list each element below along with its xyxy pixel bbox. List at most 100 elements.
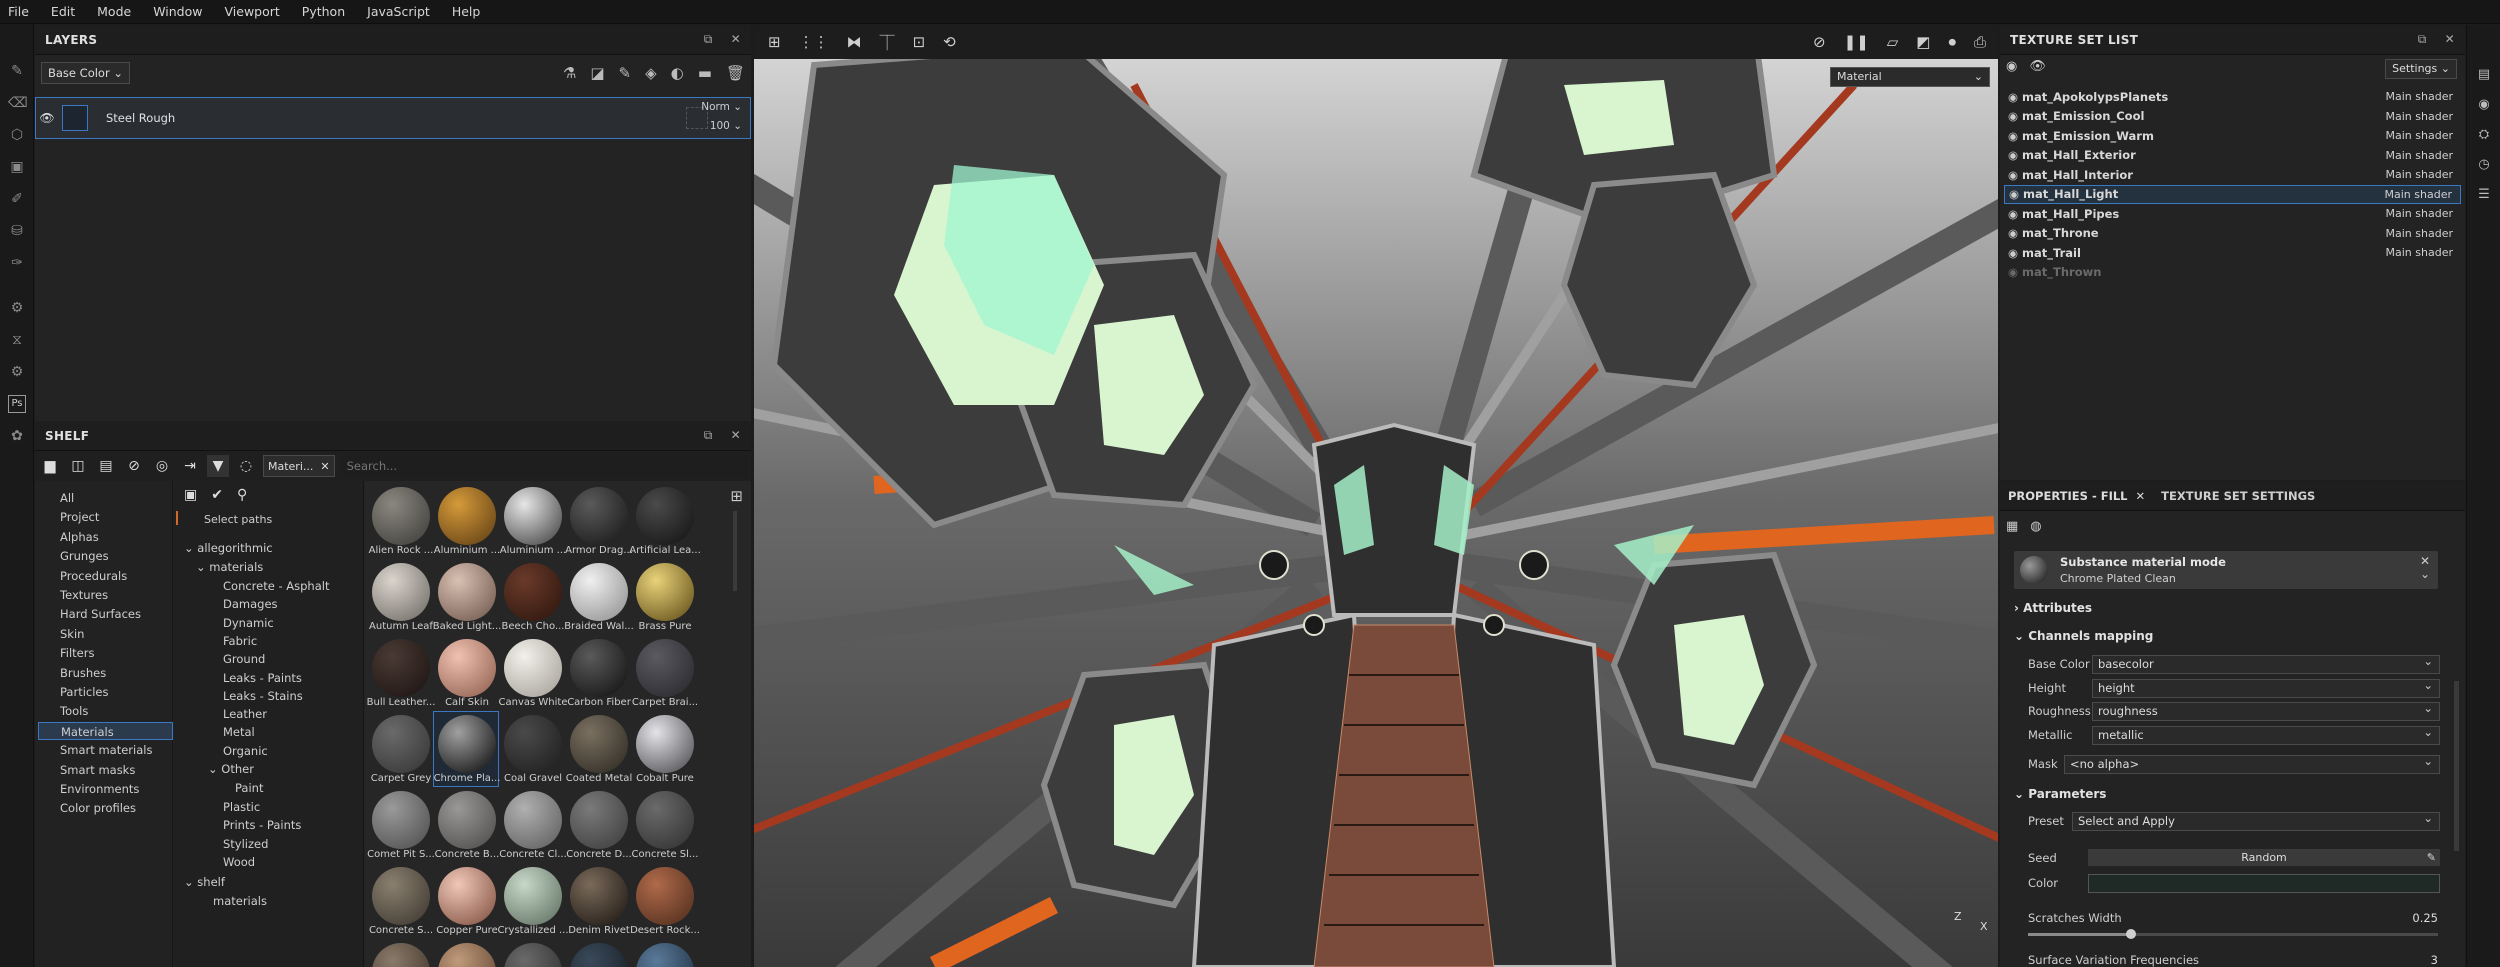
- slider-handle[interactable]: [2125, 929, 2136, 939]
- section-parameters[interactable]: ⌄ Parameters: [2014, 787, 2106, 801]
- bake-icon[interactable]: ⚙: [8, 299, 26, 317]
- lock-icon[interactable]: ⧖: [8, 331, 26, 349]
- material-thumbnail[interactable]: [372, 943, 430, 967]
- delete-layer-icon[interactable]: 🗑: [726, 64, 745, 82]
- section-attributes[interactable]: › Attributes: [2014, 601, 2092, 615]
- add-mask-icon[interactable]: ◪: [590, 64, 604, 82]
- tree-item[interactable]: Stylized: [223, 837, 268, 851]
- tree-item[interactable]: Damages: [223, 597, 278, 611]
- display-dock-icon[interactable]: ⛭: [2476, 127, 2492, 143]
- float-icon[interactable]: ⧉: [2418, 32, 2427, 47]
- material-thumbnail[interactable]: [636, 639, 694, 697]
- search-input[interactable]: [340, 455, 747, 477]
- material-thumbnail[interactable]: [636, 487, 694, 545]
- plugin-icon[interactable]: ✿: [8, 427, 26, 445]
- layer-opacity[interactable]: 100 ⌄: [710, 120, 742, 132]
- filter-chip[interactable]: Materi... ✕: [263, 455, 335, 477]
- texture-set-row[interactable]: ◉ mat_Trail Main shader: [2004, 243, 2461, 262]
- material-thumbnail[interactable]: [570, 563, 628, 621]
- visibility-eye-icon[interactable]: ◉: [2004, 226, 2022, 240]
- add-paint-layer-icon[interactable]: ✎: [619, 64, 632, 82]
- material-thumbnail[interactable]: [372, 791, 430, 849]
- grid-icon[interactable]: ⊞: [768, 33, 781, 51]
- category-alphas[interactable]: Alphas: [38, 528, 173, 546]
- category-smart-materials[interactable]: Smart materials: [38, 741, 173, 759]
- paint-brush-icon[interactable]: ✎: [8, 62, 26, 80]
- visibility-eye-icon[interactable]: ◉: [2004, 207, 2022, 221]
- reset-icon[interactable]: ◌: [235, 455, 257, 477]
- add-folder-icon[interactable]: ▬: [698, 64, 712, 82]
- tree-item[interactable]: Fabric: [223, 634, 257, 648]
- visibility-eye-icon[interactable]: ◉: [2004, 90, 2022, 104]
- material-thumbnail[interactable]: [504, 867, 562, 925]
- eye-icon[interactable]: 👁: [2029, 59, 2046, 74]
- channel-dropdown[interactable]: roughness: [2092, 700, 2440, 721]
- layers-dock-icon[interactable]: ▤: [2476, 67, 2492, 83]
- material-thumbnail[interactable]: [570, 943, 628, 967]
- visibility-toggle-icon[interactable]: ◉: [2006, 59, 2017, 74]
- menu-window[interactable]: Window: [153, 4, 202, 19]
- view-2d-icon[interactable]: ▱: [1887, 33, 1899, 51]
- visibility-off-icon[interactable]: ◎: [151, 455, 173, 477]
- close-icon[interactable]: ✕: [2420, 554, 2430, 568]
- material-thumbnail[interactable]: [570, 487, 628, 545]
- tree-item[interactable]: Metal: [223, 725, 255, 739]
- category-procedurals[interactable]: Procedurals: [38, 567, 173, 585]
- tree-item[interactable]: Plastic: [223, 800, 260, 814]
- channel-dropdown[interactable]: Base Color ⌄: [41, 62, 130, 84]
- visibility-eye-icon[interactable]: ◉: [2004, 246, 2022, 260]
- material-thumbnail[interactable]: [438, 791, 496, 849]
- iray-off-icon[interactable]: ⊘: [1813, 33, 1826, 51]
- visibility-eye-icon[interactable]: ◉: [2004, 168, 2022, 182]
- material-thumbnail[interactable]: [438, 943, 496, 967]
- material-thumbnail[interactable]: [504, 715, 562, 773]
- texture-set-row[interactable]: ◉ mat_Emission_Warm Main shader: [2004, 126, 2461, 145]
- add-smart-material-icon[interactable]: ◐: [671, 64, 684, 82]
- import-icon[interactable]: ⇥: [179, 455, 201, 477]
- tree-item[interactable]: Leaks - Paints: [223, 671, 302, 685]
- tab-properties-fill[interactable]: PROPERTIES - FILL ✕: [2000, 481, 2153, 510]
- texture-set-row[interactable]: ◉ mat_Emission_Cool Main shader: [2004, 107, 2461, 126]
- category-tools[interactable]: Tools: [38, 702, 173, 720]
- material-icon[interactable]: ▦: [2006, 519, 2018, 534]
- material-thumbnail[interactable]: [636, 563, 694, 621]
- tree-item[interactable]: Wood: [223, 855, 255, 869]
- material-thumbnail[interactable]: [504, 943, 562, 967]
- tree-item[interactable]: Leather: [223, 707, 267, 721]
- search-icon[interactable]: ⚲: [237, 487, 247, 503]
- color-swatch[interactable]: [2088, 874, 2440, 893]
- hide-icon[interactable]: ⊘: [123, 455, 145, 477]
- settings-dropdown[interactable]: Settings ⌄: [2385, 59, 2457, 79]
- visibility-eye-icon[interactable]: 👁: [36, 111, 58, 125]
- texture-set-row[interactable]: ◉ mat_Hall_Interior Main shader: [2004, 165, 2461, 184]
- channel-dropdown[interactable]: metallic: [2092, 724, 2440, 745]
- menu-javascript[interactable]: JavaScript: [367, 4, 430, 19]
- screenshot-icon[interactable]: ⎙: [1974, 33, 1986, 51]
- chevron-down-icon[interactable]: ⌄: [2420, 567, 2430, 581]
- category-color-profiles[interactable]: Color profiles: [38, 799, 173, 817]
- properties-scrollbar[interactable]: [2454, 681, 2459, 851]
- picker-icon[interactable]: ✑: [8, 254, 26, 272]
- category-particles[interactable]: Particles: [38, 683, 173, 701]
- new-folder-icon[interactable]: ◫: [67, 455, 89, 477]
- substance-icon[interactable]: ◍: [2030, 519, 2041, 534]
- grid-scrollbar[interactable]: [733, 511, 737, 591]
- material-thumbnail[interactable]: [504, 639, 562, 697]
- material-thumbnail[interactable]: [636, 867, 694, 925]
- tab-texture-set-settings[interactable]: TEXTURE SET SETTINGS: [2153, 481, 2323, 510]
- category-materials[interactable]: Materials: [38, 721, 173, 740]
- material-thumbnail[interactable]: [438, 639, 496, 697]
- texture-set-row[interactable]: ◉ mat_Hall_Exterior Main shader: [2004, 146, 2461, 165]
- close-icon[interactable]: ✕: [2445, 32, 2455, 47]
- material-thumbnail[interactable]: [372, 867, 430, 925]
- float-icon[interactable]: ⧉: [704, 428, 713, 443]
- blend-mode[interactable]: Norm ⌄: [701, 101, 742, 113]
- material-thumbnail[interactable]: [372, 563, 430, 621]
- align-icon[interactable]: ⏉: [880, 32, 895, 53]
- 3d-viewport[interactable]: Z X ⊞ ⋮⋮ ⧓ ⏉ ⊡ ⟲ ⊘ ❚❚ ▱ ◩ ⏺ ⎙ Material ⌄: [754, 25, 1998, 967]
- tree-item[interactable]: Prints - Paints: [223, 818, 301, 832]
- visibility-eye-icon[interactable]: ◉: [2004, 129, 2022, 143]
- texture-set-row[interactable]: ◉ mat_Hall_Light Main shader: [2004, 184, 2461, 204]
- eraser-icon[interactable]: ⌫: [8, 94, 28, 112]
- category-project[interactable]: Project: [38, 508, 173, 526]
